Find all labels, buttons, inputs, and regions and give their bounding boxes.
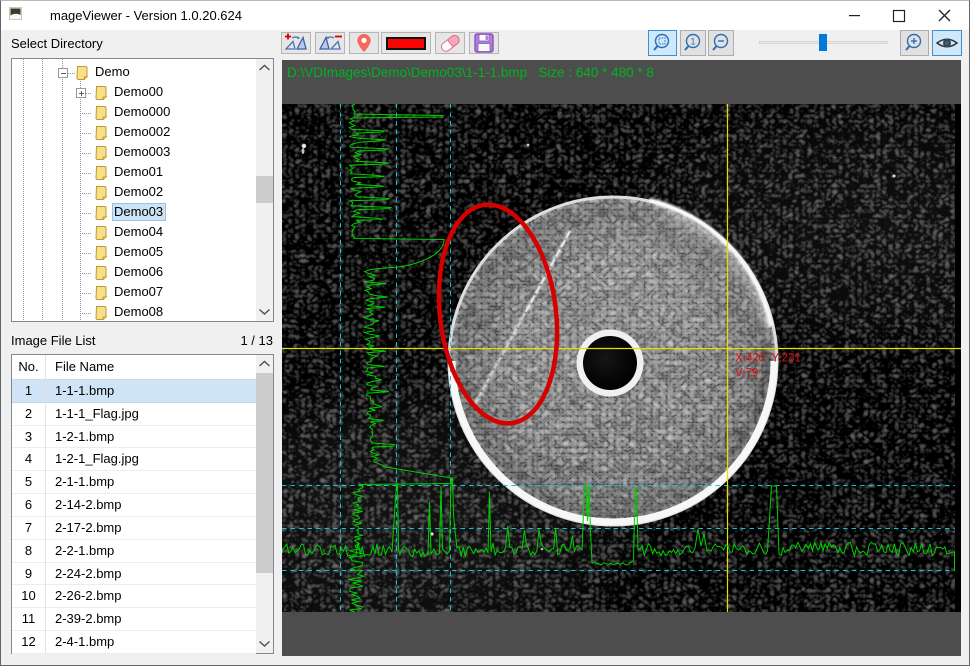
svg-text:X:420 Y:231: X:420 Y:231 [735,353,801,365]
svg-text:V:79: V:79 [735,368,758,380]
svg-text:1: 1 [690,37,695,47]
